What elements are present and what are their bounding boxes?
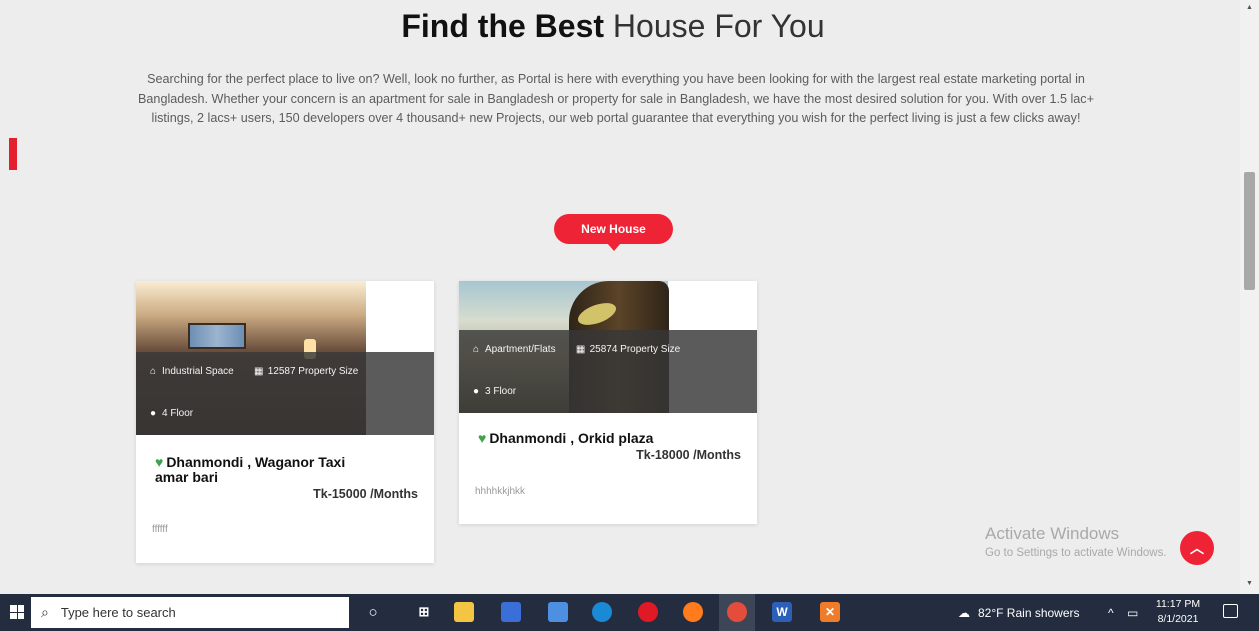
side-marker [9, 138, 17, 170]
edge-icon[interactable] [592, 602, 612, 622]
tray-chevron-icon[interactable]: ^ [1108, 594, 1114, 631]
windows-start-icon[interactable] [10, 605, 24, 619]
location-text: Dhanmondi , Orkid plaza [489, 430, 654, 446]
floor-row: ● 4 Floor [148, 408, 193, 419]
listing-image[interactable]: ⌂ Apartment/Flats ▦ 25874 Property Size … [459, 281, 757, 413]
page-viewport: Find the Best House For You Searching fo… [0, 0, 1240, 594]
listing-location[interactable]: ♥ Dhanmondi , Orkid plaza [478, 431, 718, 446]
home-icon: ⌂ [472, 344, 480, 355]
calendar-icon: ▦ [575, 344, 586, 355]
floor-count: 4 Floor [162, 408, 194, 419]
heading-light: House For You [612, 8, 825, 44]
heading-bold: Find the Best [401, 8, 605, 44]
opera-icon[interactable] [638, 602, 658, 622]
listing-image[interactable]: ⌂ Industrial Space ▦ 12587 Property Size… [136, 281, 434, 435]
cortana-icon[interactable]: ○ [363, 602, 383, 622]
network-icon[interactable]: ▭ [1127, 594, 1138, 631]
user-icon: ● [472, 386, 480, 397]
map-pin-icon: ♥ [478, 430, 487, 446]
scrollbar-thumb[interactable] [1244, 172, 1255, 290]
listing-meta-overlay: ⌂ Apartment/Flats ▦ 25874 Property Size … [459, 330, 757, 413]
scroll-to-top-button[interactable]: ︿ [1180, 531, 1214, 565]
floor-count: 3 Floor [485, 386, 517, 397]
search-icon: ⌕ [41, 604, 49, 620]
watermark-subtitle: Go to Settings to activate Windows. [985, 547, 1167, 559]
listing-description: hhhhkkjhkk [475, 486, 526, 497]
weather-text: 82°F Rain showers [978, 605, 1080, 620]
intro-paragraph: Searching for the perfect place to live … [138, 72, 1094, 126]
xampp-icon[interactable]: ✕ [820, 602, 840, 622]
home-icon: ⌂ [149, 366, 157, 377]
clock-time: 11:17 PM [1155, 598, 1201, 610]
taskbar-clock[interactable]: 11:17 PM 8/1/2021 [1150, 597, 1206, 627]
mail-icon[interactable] [548, 602, 568, 622]
watermark-title: Activate Windows [985, 524, 1120, 543]
file-explorer-icon[interactable] [454, 602, 474, 622]
weather-widget[interactable]: ☁ 82°F Rain showers [958, 594, 1080, 631]
property-size: 25874 Property Size [589, 344, 681, 355]
chrome-icon[interactable] [727, 602, 747, 622]
location-text: Dhanmondi , Waganor Taxi amar bari [155, 454, 346, 485]
windows-taskbar: ⌕ Type here to search ○ ⊞ W ✕ ☁ 82°F Rai… [0, 594, 1259, 631]
chevron-up-icon: ︿ [1190, 540, 1204, 556]
user-icon: ● [149, 408, 157, 419]
listing-price: Tk-15000 /Months [313, 487, 418, 501]
scroll-up-arrow-icon[interactable]: ▲ [1246, 4, 1253, 11]
scroll-down-arrow-icon[interactable]: ▼ [1246, 580, 1253, 587]
property-size: 12587 Property Size [267, 366, 359, 377]
listing-card[interactable]: ⌂ Apartment/Flats ▦ 25874 Property Size … [459, 281, 757, 524]
weather-cloud-icon: ☁ [958, 605, 970, 620]
meta-row: ⌂ Industrial Space ▦ 12587 Property Size [148, 366, 358, 377]
photo-window [188, 323, 246, 349]
search-placeholder: Type here to search [60, 605, 176, 620]
taskbar-search-box[interactable]: ⌕ Type here to search [31, 597, 349, 628]
section-heading: Find the Best House For You [0, 8, 1226, 45]
clock-date: 8/1/2021 [1157, 613, 1199, 625]
vertical-scrollbar[interactable]: ▲ ▼ [1240, 0, 1259, 594]
new-house-badge: New House [554, 214, 673, 251]
property-type: Industrial Space [162, 366, 234, 377]
firefox-icon[interactable] [683, 602, 703, 622]
word-icon[interactable]: W [772, 602, 792, 622]
property-type: Apartment/Flats [485, 344, 556, 355]
listing-meta-overlay: ⌂ Industrial Space ▦ 12587 Property Size… [136, 352, 434, 435]
listing-price: Tk-18000 /Months [636, 448, 741, 462]
task-view-icon[interactable]: ⊞ [414, 602, 434, 622]
listing-location[interactable]: ♥ Dhanmondi , Waganor Taxi amar bari [155, 455, 375, 485]
calendar-icon: ▦ [253, 366, 264, 377]
listing-card[interactable]: ⌂ Industrial Space ▦ 12587 Property Size… [136, 281, 434, 563]
store-icon[interactable] [501, 602, 521, 622]
notification-icon[interactable] [1223, 604, 1238, 618]
floor-row: ● 3 Floor [471, 386, 516, 397]
activate-windows-watermark: Activate Windows Go to Settings to activ… [985, 524, 1167, 559]
listing-description: ffffff [152, 524, 168, 535]
map-pin-icon: ♥ [155, 454, 164, 470]
meta-row: ⌂ Apartment/Flats ▦ 25874 Property Size [471, 344, 680, 355]
